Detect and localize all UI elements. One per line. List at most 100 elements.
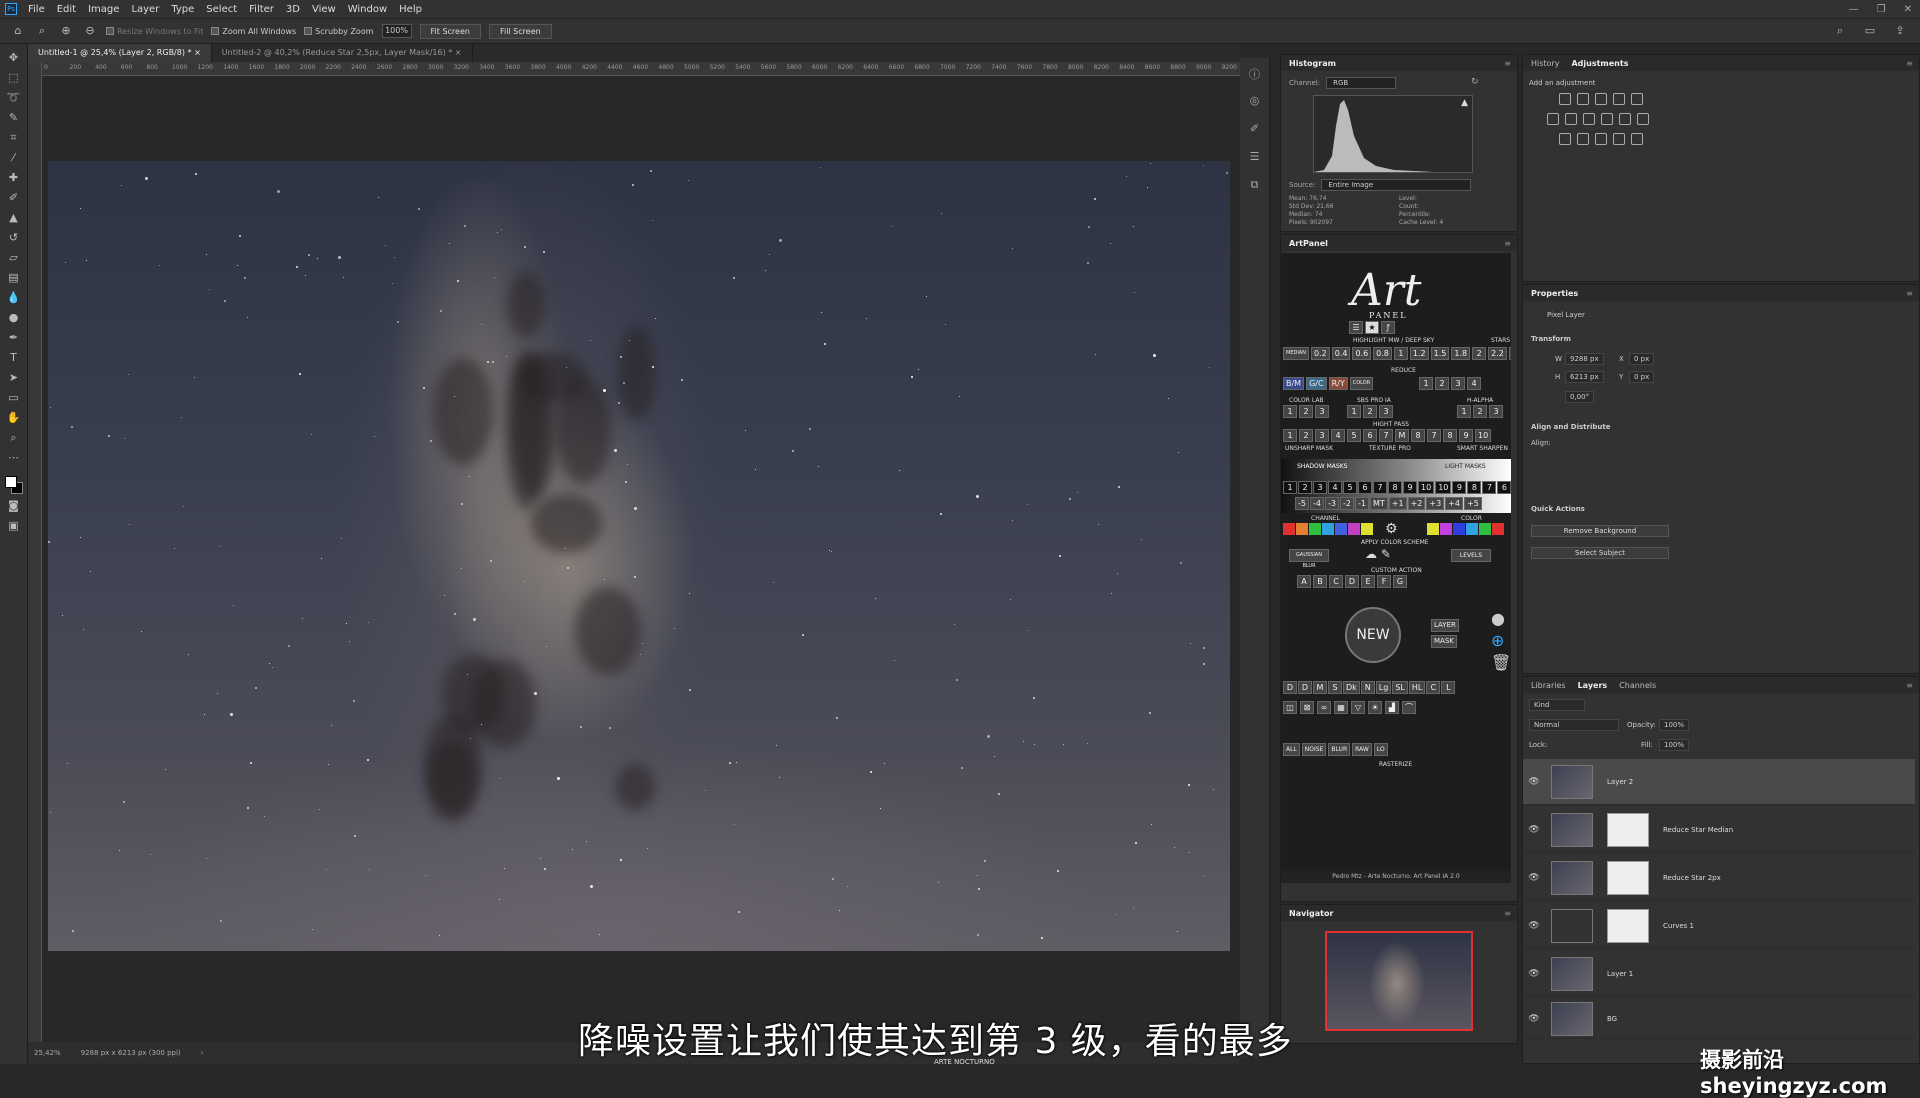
colorlab-value-button[interactable]: 3: [1315, 405, 1329, 418]
layer-row-layer-1[interactable]: 👁 Layer 1: [1523, 951, 1915, 997]
mask-value-button[interactable]: 2: [1298, 481, 1312, 494]
highpass-value-button[interactable]: 8: [1443, 429, 1457, 442]
doc-tab-2[interactable]: Untitled-2 @ 40,2% (Reduce Star 2,5px, L…: [212, 44, 473, 62]
shape-tool-icon[interactable]: ▭: [6, 390, 22, 406]
color-balance-icon[interactable]: [1565, 113, 1577, 125]
tab-channels[interactable]: Channels: [1619, 681, 1656, 690]
scheme-color-swatch[interactable]: [1453, 523, 1465, 535]
highlight-value-button[interactable]: 0.6: [1352, 347, 1372, 360]
canvas-area[interactable]: [42, 76, 1240, 1046]
blend-shortcut-button[interactable]: Dk: [1343, 681, 1360, 694]
move-tool-icon[interactable]: ✥: [6, 50, 22, 66]
angle-field[interactable]: 0,00°: [1565, 391, 1595, 403]
mask-value-button[interactable]: 9: [1452, 481, 1467, 494]
panel-menu-icon[interactable]: ≡: [1504, 59, 1511, 68]
blend-shortcut-button[interactable]: Lg: [1375, 681, 1392, 694]
blend-shortcut-button[interactable]: D: [1298, 681, 1312, 694]
gradient-map-icon[interactable]: [1631, 133, 1643, 145]
eye-icon[interactable]: 👁: [1523, 969, 1545, 979]
layer-row-reduce-star-median[interactable]: 👁 Reduce Star Median: [1523, 807, 1915, 853]
ry-button[interactable]: R/Y: [1328, 377, 1348, 390]
menu-help[interactable]: Help: [393, 4, 428, 15]
layer-name[interactable]: Curves 1: [1663, 922, 1694, 930]
highpass-value-button[interactable]: 7: [1427, 429, 1441, 442]
highpass-value-button[interactable]: 10: [1475, 429, 1492, 442]
layer-name[interactable]: Reduce Star Median: [1663, 826, 1733, 834]
ev-value-button[interactable]: MT: [1370, 497, 1388, 510]
blend-shortcut-button[interactable]: D: [1283, 681, 1297, 694]
tab-libraries[interactable]: Libraries: [1531, 681, 1566, 690]
mask-value-button[interactable]: 5: [1343, 481, 1357, 494]
reduce-value-button[interactable]: 4: [1467, 377, 1481, 390]
tab-layers[interactable]: Layers: [1578, 681, 1608, 690]
colorlab-value-button[interactable]: 1: [1283, 405, 1297, 418]
noise-button[interactable]: NOISE: [1301, 743, 1327, 756]
blend-shortcut-button[interactable]: N: [1360, 681, 1375, 694]
milky-way-photo[interactable]: [48, 161, 1230, 951]
quick-mask-icon[interactable]: ◙: [6, 498, 22, 514]
highpass-value-button[interactable]: 7: [1379, 429, 1393, 442]
highpass-value-button[interactable]: 8: [1411, 429, 1425, 442]
dodge-tool-icon[interactable]: ●: [6, 310, 22, 326]
blend-shortcut-button[interactable]: L: [1441, 681, 1456, 694]
tab-history[interactable]: History: [1531, 59, 1559, 68]
mask-value-button[interactable]: 1: [1283, 481, 1297, 494]
lo-button[interactable]: LO: [1373, 743, 1388, 756]
history-brush-icon[interactable]: ↺: [6, 230, 22, 246]
opacity-field[interactable]: 100%: [1659, 719, 1690, 731]
artpanel-title[interactable]: ArtPanel: [1289, 239, 1328, 248]
search-icon[interactable]: ⌕: [1832, 23, 1848, 39]
height-field[interactable]: 6213 px: [1565, 371, 1604, 383]
close-icon[interactable]: ✕: [1904, 4, 1912, 15]
blend-shortcut-button[interactable]: HL: [1408, 681, 1426, 694]
eyedropper-tool-icon[interactable]: ⁄: [6, 150, 22, 166]
zoom-tool-icon[interactable]: ⌕: [34, 23, 50, 39]
channel-select[interactable]: RGB: [1326, 77, 1397, 89]
selective-color-icon[interactable]: [1613, 133, 1625, 145]
reduce-value-button[interactable]: 1: [1419, 377, 1433, 390]
refresh-icon[interactable]: ↻: [1471, 77, 1479, 87]
menu-layer[interactable]: Layer: [125, 4, 165, 15]
blend-shortcut-button[interactable]: M: [1313, 681, 1327, 694]
bw-icon[interactable]: [1583, 113, 1595, 125]
all-button[interactable]: ALL: [1283, 743, 1300, 756]
path-select-icon[interactable]: ➤: [6, 370, 22, 386]
panel-menu-icon[interactable]: ≡: [1504, 909, 1511, 918]
menu-edit[interactable]: Edit: [51, 4, 82, 15]
ev-value-button[interactable]: +2: [1407, 497, 1426, 510]
highpass-value-button[interactable]: 1: [1283, 429, 1297, 442]
menu-type[interactable]: Type: [165, 4, 200, 15]
highlight-value-button[interactable]: 0.4: [1331, 347, 1351, 360]
zoom-field[interactable]: 100%: [381, 24, 412, 38]
highpass-value-button[interactable]: 6: [1363, 429, 1377, 442]
blur-button[interactable]: BLUR: [1328, 743, 1351, 756]
close-tab-icon[interactable]: ×: [194, 48, 201, 57]
panel-menu-icon[interactable]: ≡: [1504, 239, 1511, 248]
channel-color-swatch[interactable]: [1309, 523, 1321, 535]
channel-color-swatch[interactable]: [1322, 523, 1334, 535]
scheme-color-swatch[interactable]: [1466, 523, 1478, 535]
mask-value-button[interactable]: 4: [1328, 481, 1342, 494]
menu-view[interactable]: View: [306, 4, 342, 15]
menu-file[interactable]: File: [22, 4, 51, 15]
menu-image[interactable]: Image: [82, 4, 125, 15]
custom-action-button[interactable]: A: [1297, 575, 1311, 588]
halpha-value-button[interactable]: 1: [1457, 405, 1471, 418]
sphere-icon[interactable]: ●: [1491, 609, 1505, 628]
cloud-brush-icon[interactable]: ☁ ✎: [1365, 547, 1391, 561]
x-field[interactable]: 0 px: [1629, 353, 1655, 365]
halpha-value-button[interactable]: 2: [1473, 405, 1487, 418]
resize-windows-checkbox[interactable]: Resize Windows to Fit: [106, 27, 203, 36]
invert-icon[interactable]: [1559, 133, 1571, 145]
channel-color-swatch[interactable]: [1283, 523, 1295, 535]
blend-shortcut-button[interactable]: SL: [1392, 681, 1408, 694]
layer-name[interactable]: Reduce Star 2px: [1663, 874, 1721, 882]
foreground-color[interactable]: [4, 476, 17, 488]
navigator-thumbnail[interactable]: [1325, 931, 1473, 1031]
more-tools-icon[interactable]: ⋯: [6, 450, 22, 466]
align-label[interactable]: Align and Distribute: [1531, 423, 1610, 431]
highlight-value-button[interactable]: 1.5: [1430, 347, 1450, 360]
lookup-icon[interactable]: [1637, 113, 1649, 125]
minimize-icon[interactable]: —: [1849, 4, 1859, 15]
info-icon[interactable]: ⓘ: [1247, 66, 1263, 82]
